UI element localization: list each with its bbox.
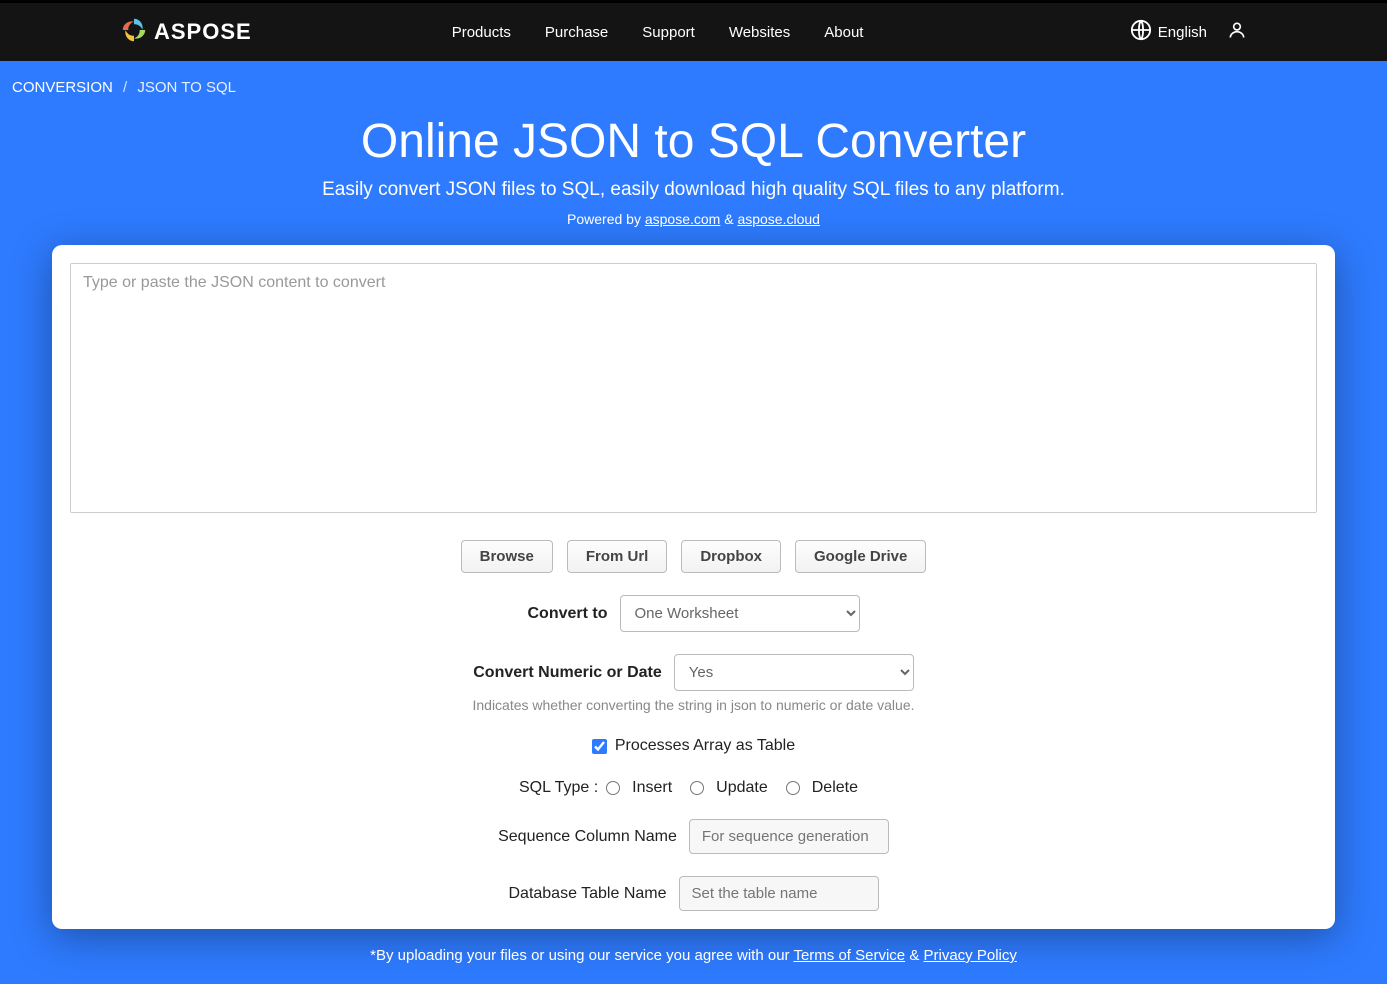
language-label: English <box>1158 24 1207 41</box>
sql-type-row: SQL Type : Insert Update Delete <box>70 779 1317 797</box>
breadcrumb-separator: / <box>123 79 127 96</box>
table-name-input[interactable] <box>679 876 879 911</box>
json-input[interactable] <box>70 263 1317 513</box>
user-icon[interactable] <box>1227 20 1247 45</box>
nav-about[interactable]: About <box>824 24 863 41</box>
convert-to-label: Convert to <box>528 605 608 623</box>
terms-of-service-link[interactable]: Terms of Service <box>793 947 905 964</box>
aspose-swirl-icon <box>120 16 148 49</box>
breadcrumb-current: JSON TO SQL <box>137 79 236 96</box>
powered-prefix: Powered by <box>567 211 645 227</box>
disclaimer: *By uploading your files or using our se… <box>0 947 1387 984</box>
brand-text: ASPOSE <box>154 19 252 45</box>
table-name-label: Database Table Name <box>508 885 666 903</box>
from-url-button[interactable]: From Url <box>567 540 668 573</box>
convert-numdate-hint: Indicates whether converting the string … <box>70 697 1317 713</box>
globe-icon <box>1130 19 1152 46</box>
sql-type-delete-label[interactable]: Delete <box>812 779 858 797</box>
google-drive-button[interactable]: Google Drive <box>795 540 926 573</box>
array-table-checkbox[interactable] <box>592 739 607 754</box>
disclaimer-amp: & <box>909 947 923 964</box>
convert-numdate-row: Convert Numeric or Date Yes <box>70 654 1317 691</box>
converter-card: Browse From Url Dropbox Google Drive Con… <box>52 245 1335 929</box>
nav-websites[interactable]: Websites <box>729 24 790 41</box>
breadcrumb-root[interactable]: CONVERSION <box>12 79 113 96</box>
sql-type-update-label[interactable]: Update <box>716 779 768 797</box>
powered-by: Powered by aspose.com & aspose.cloud <box>0 211 1387 227</box>
link-aspose-com[interactable]: aspose.com <box>645 211 720 227</box>
nav-purchase[interactable]: Purchase <box>545 24 608 41</box>
sequence-row: Sequence Column Name <box>70 819 1317 854</box>
browse-button[interactable]: Browse <box>461 540 553 573</box>
language-selector[interactable]: English <box>1130 19 1207 46</box>
nav-products[interactable]: Products <box>452 24 511 41</box>
array-table-label[interactable]: Processes Array as Table <box>615 737 795 755</box>
convert-numdate-label: Convert Numeric or Date <box>473 664 662 682</box>
disclaimer-prefix: *By uploading your files or using our se… <box>370 947 793 964</box>
powered-amp: & <box>724 211 737 227</box>
convert-to-row: Convert to One Worksheet <box>70 595 1317 632</box>
sql-type-insert-radio[interactable] <box>606 781 620 795</box>
source-buttons-row: Browse From Url Dropbox Google Drive <box>70 540 1317 573</box>
table-name-row: Database Table Name <box>70 876 1317 911</box>
dropbox-button[interactable]: Dropbox <box>681 540 781 573</box>
sql-type-insert-label[interactable]: Insert <box>632 779 672 797</box>
sequence-label: Sequence Column Name <box>498 828 677 846</box>
sql-type-update-radio[interactable] <box>690 781 704 795</box>
page-subtitle: Easily convert JSON files to SQL, easily… <box>0 179 1387 201</box>
convert-to-select[interactable]: One Worksheet <box>620 595 860 632</box>
breadcrumb: CONVERSION / JSON TO SQL <box>0 61 1387 108</box>
privacy-policy-link[interactable]: Privacy Policy <box>924 947 1017 964</box>
main-nav: Products Purchase Support Websites About <box>452 24 864 41</box>
header-right: English <box>1130 19 1247 46</box>
link-aspose-cloud[interactable]: aspose.cloud <box>737 211 820 227</box>
convert-numdate-select[interactable]: Yes <box>674 654 914 691</box>
brand-logo[interactable]: ASPOSE <box>120 16 252 49</box>
sequence-input[interactable] <box>689 819 889 854</box>
sql-type-delete-radio[interactable] <box>786 781 800 795</box>
nav-support[interactable]: Support <box>642 24 695 41</box>
page-title: Online JSON to SQL Converter <box>0 114 1387 169</box>
array-table-row: Processes Array as Table <box>70 737 1317 755</box>
sql-type-label: SQL Type : <box>519 779 598 797</box>
main-header: ASPOSE Products Purchase Support Website… <box>0 3 1387 61</box>
